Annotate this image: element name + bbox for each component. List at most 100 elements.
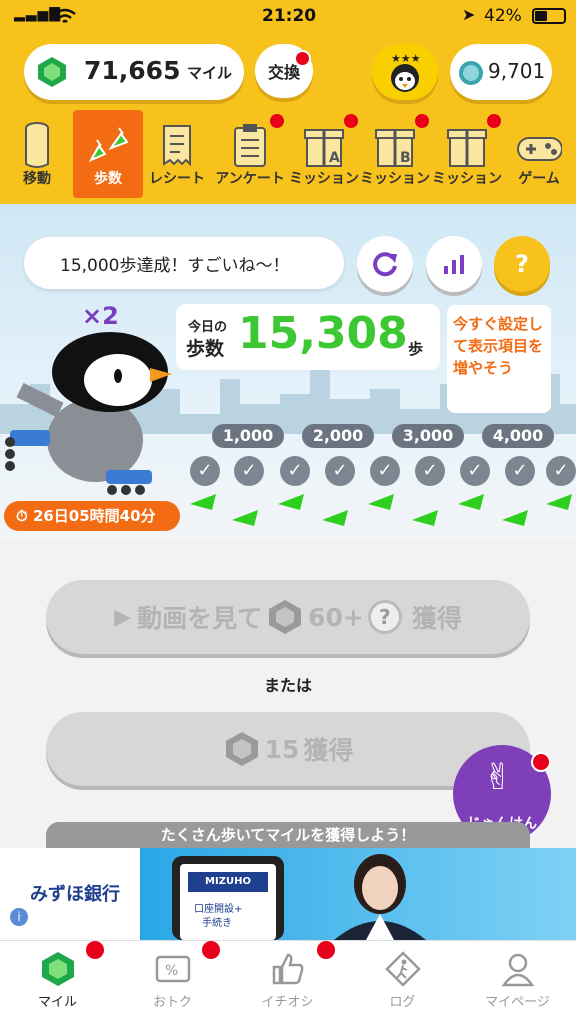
video-label: 動画を見て [137, 604, 263, 633]
category-tabs: 移動 歩数 レシート アンケート A ミッション B ミッション ミッション ゲ… [0, 104, 576, 204]
settings-tip[interactable]: 今すぐ設定して表示項目を増やそう [447, 305, 551, 413]
video-amount: 60+ [308, 602, 364, 632]
battery-percent: 42% [484, 6, 522, 26]
location-icon: ➤ [462, 5, 476, 24]
gem-icon [42, 952, 74, 986]
footprints-trail [190, 494, 572, 526]
person-photo [334, 854, 426, 940]
watch-video-button[interactable]: ▶ 動画を見て 60+ ? 獲得 [46, 580, 530, 654]
ad-banner[interactable]: みずほ銀行 i MIZUHO 口座開設+ 手続き [0, 848, 576, 940]
coin-icon [459, 61, 483, 85]
gem-icon [38, 57, 66, 87]
card-line: 口座開設+ [194, 904, 243, 915]
gift-box-icon [447, 129, 487, 167]
cylinder-icon [25, 122, 49, 168]
steps-label: 歩数 [186, 338, 225, 360]
tab-steps[interactable]: 歩数 [73, 110, 143, 198]
card-line: 手続き [202, 918, 232, 929]
question-coin-icon: ? [367, 600, 402, 634]
nav-label: おトク [152, 995, 192, 1010]
coupon-icon: % [155, 955, 191, 983]
check-icon: ✓ [370, 456, 400, 486]
timer-text: 26日05時間40分 [32, 507, 156, 525]
walking-icon [385, 951, 421, 987]
penguin-character [5, 332, 172, 495]
steps-count: 15,308 [238, 308, 408, 359]
or-label: または [263, 676, 312, 695]
penguin-rank-icon: ★★★ [391, 52, 421, 92]
video-earn-label: 獲得 [411, 604, 462, 633]
tab-label: ミッション [289, 171, 359, 187]
check-icon: ✓ [415, 456, 445, 486]
steps-unit: 歩 [408, 340, 424, 358]
tab-label: レシート [149, 171, 205, 187]
notification-dot [202, 941, 220, 959]
refresh-button[interactable] [357, 236, 413, 292]
multiplier-badge: ×2 [82, 302, 119, 330]
video-icon: ▶ [114, 604, 132, 630]
stopwatch-icon: ⏱ [16, 507, 28, 525]
earn-label: 獲得 [303, 736, 354, 765]
thumbs-up-icon [272, 953, 304, 985]
nav-log[interactable]: ログ [345, 941, 460, 1024]
notification-dot [344, 114, 358, 128]
svg-text:★★★: ★★★ [391, 52, 421, 65]
help-button[interactable]: ? [494, 236, 550, 292]
notification-dot [415, 114, 429, 128]
status-bar: ▂▃▅▇ 21:20 ➤ 42% [0, 0, 576, 32]
coin-value: 9,701 [488, 59, 546, 83]
miles-unit: マイル [187, 64, 233, 82]
tab-receipt[interactable]: レシート [142, 110, 212, 198]
nav-label: マイル [37, 995, 77, 1010]
timer-badge: ⏱ 26日05時間40分 [4, 501, 180, 531]
tab-game[interactable]: ゲーム [504, 110, 574, 198]
miles-balance[interactable]: 71,665 マイル [24, 44, 244, 100]
clipboard-icon [234, 124, 266, 167]
notification-dot [294, 50, 311, 67]
ad-image: MIZUHO 口座開設+ 手続き [140, 848, 576, 940]
notification-dot [531, 752, 551, 772]
notification-dot [317, 941, 335, 959]
peace-hand-icon: ✌ [483, 757, 514, 798]
tab-label: ミッション [432, 171, 502, 187]
notification-dot [270, 114, 284, 128]
phone-mockup: MIZUHO 口座開設+ 手続き [172, 856, 284, 940]
nav-mypage[interactable]: マイページ [460, 941, 575, 1024]
speech-bubble: 15,000歩達成！すごいね〜！ [24, 237, 344, 289]
today-label: 今日の [188, 320, 228, 335]
coin-balance[interactable]: 9,701 [450, 44, 552, 100]
tab-label: ゲーム [518, 171, 560, 187]
svg-text:A: A [329, 150, 340, 166]
battery-icon [532, 8, 566, 24]
check-icon: ✓ [505, 456, 535, 486]
check-icon: ✓ [460, 456, 490, 486]
info-icon[interactable]: i [10, 908, 28, 926]
gem-icon [269, 600, 302, 634]
wifi-icon [54, 8, 76, 23]
stats-button[interactable] [426, 236, 482, 292]
character-button[interactable]: ★★★ [372, 44, 438, 100]
svg-text:%: % [165, 963, 178, 979]
clock: 21:20 [262, 6, 317, 26]
gem-icon [225, 732, 258, 766]
tab-label: ミッション [360, 171, 430, 187]
tab-move[interactable]: 移動 [2, 110, 72, 198]
check-icon: ✓ [280, 456, 310, 486]
nav-label: イチオシ [261, 995, 314, 1010]
check-icon: ✓ [546, 456, 576, 486]
check-icon: ✓ [325, 456, 355, 486]
check-icon: ✓ [234, 456, 264, 486]
bottom-nav: マイル % おトク イチオシ ログ マイページ [0, 940, 576, 1024]
bar-chart-icon [444, 255, 464, 274]
svg-text:B: B [400, 150, 411, 166]
receipt-icon [163, 125, 191, 167]
user-icon [501, 953, 535, 987]
card-brand: MIZUHO [188, 872, 268, 892]
refresh-icon [373, 252, 397, 277]
today-steps-card: 今日の 歩数 15,308 歩 [176, 304, 440, 370]
tab-label: 移動 [23, 171, 51, 187]
footprints-icon [88, 127, 129, 163]
gift-box-icon: A [304, 129, 344, 167]
tab-label: アンケート [215, 171, 285, 187]
earn-value: 15 [264, 734, 300, 764]
